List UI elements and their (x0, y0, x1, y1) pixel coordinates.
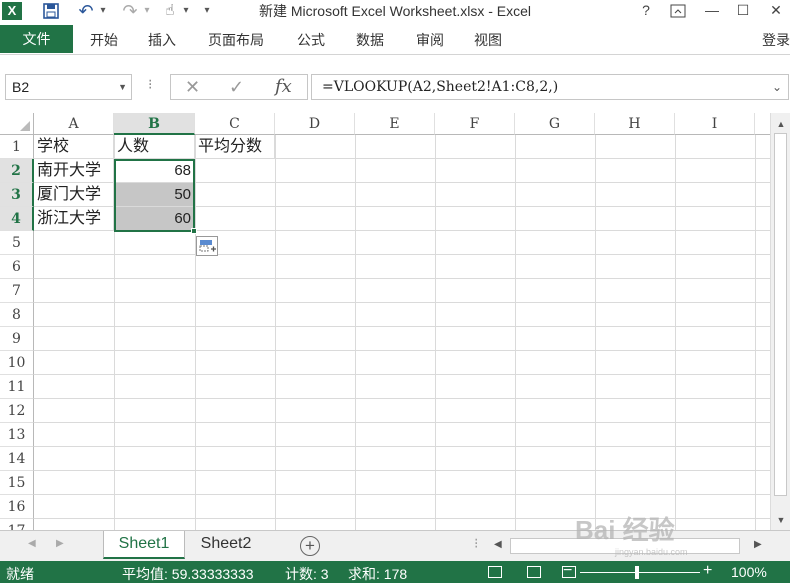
cell-a1[interactable]: 学校 (34, 135, 114, 159)
enter-icon[interactable]: ✓ (229, 77, 244, 98)
row-header-5[interactable]: 5 (0, 231, 34, 255)
watermark-subtext: jingyan.baidu.com (615, 547, 688, 557)
ribbon-display-options-icon[interactable] (664, 0, 692, 22)
formula-input[interactable]: =VLOOKUP(A2,Sheet2!A1:C8,2,) ⌄ (311, 74, 789, 100)
cell-a2[interactable]: 南开大学 (34, 159, 114, 183)
row-header-12[interactable]: 12 (0, 399, 34, 423)
column-header-d[interactable]: D (275, 113, 355, 135)
zoom-slider-thumb[interactable] (635, 566, 639, 579)
column-header-e[interactable]: E (355, 113, 435, 135)
row-header-10[interactable]: 10 (0, 351, 34, 375)
tab-insert[interactable]: 插入 (148, 30, 176, 50)
name-box-value: B2 (12, 79, 30, 95)
status-ready: 就绪 (6, 566, 34, 582)
scroll-left-icon[interactable]: ◀ (494, 539, 502, 550)
tab-view[interactable]: 视图 (474, 30, 502, 50)
row-header-15[interactable]: 15 (0, 471, 34, 495)
column-header-c[interactable]: C (195, 113, 275, 135)
row-header-17[interactable]: 17 (0, 519, 34, 530)
sheetbar-grip-icon: ⁝ (474, 535, 479, 551)
column-header-g[interactable]: G (515, 113, 595, 135)
add-sheet-button[interactable]: + (300, 536, 320, 556)
vertical-scrollbar[interactable]: ▲ ▼ (770, 113, 790, 530)
cell-b2[interactable]: 68 (114, 159, 195, 183)
minimize-button[interactable]: — (698, 0, 726, 22)
status-count: 计数: 3 (285, 566, 329, 582)
vertical-scroll-thumb[interactable] (774, 133, 787, 496)
cell-b1[interactable]: 人数 (114, 135, 195, 159)
row-header-9[interactable]: 9 (0, 327, 34, 351)
zoom-level[interactable]: 100% (731, 564, 767, 580)
column-header-h[interactable]: H (595, 113, 675, 135)
zoom-slider[interactable] (580, 572, 700, 573)
column-header-a[interactable]: A (34, 113, 114, 135)
cell-b4[interactable]: 60 (114, 207, 195, 231)
cell-a3[interactable]: 厦门大学 (34, 183, 114, 207)
row-header-8[interactable]: 8 (0, 303, 34, 327)
row-header-7[interactable]: 7 (0, 279, 34, 303)
name-box-dropdown-icon[interactable]: ▼ (118, 75, 127, 99)
cell-c1[interactable]: 平均分数 (195, 135, 275, 159)
column-header-j[interactable] (755, 113, 770, 135)
tab-review[interactable]: 审阅 (416, 30, 444, 50)
select-all-button[interactable] (0, 113, 34, 135)
tab-home[interactable]: 开始 (90, 30, 118, 50)
page-layout-view-icon[interactable] (527, 566, 541, 578)
ribbon-tabs: 文件 开始 插入 页面布局 公式 数据 审阅 视图 登录 (0, 22, 790, 54)
title-bar: X ↶ ▾ ↷ ▾ ☝ ▾ ▾ 新建 Microsoft Excel Works… (0, 0, 790, 22)
scroll-right-icon[interactable]: ▶ (754, 539, 762, 550)
tab-data[interactable]: 数据 (356, 30, 384, 50)
row-header-11[interactable]: 11 (0, 375, 34, 399)
row-header-1[interactable]: 1 (0, 135, 34, 159)
watermark-text: Bai 经验 (575, 515, 675, 545)
cell-a4[interactable]: 浙江大学 (34, 207, 114, 231)
formula-bar: B2 ▼ ⁝ ✕ ✓ fx =VLOOKUP(A2,Sheet2!A1:C8,2… (0, 55, 790, 111)
insert-function-icon[interactable]: fx (275, 76, 292, 97)
sheet-tab-sheet1[interactable]: Sheet1 (103, 531, 185, 559)
formula-bar-grip-icon: ⁝ (148, 76, 153, 92)
previous-sheet-icon[interactable]: ◀ (28, 538, 36, 549)
formula-buttons: ✕ ✓ fx (170, 74, 308, 100)
help-button[interactable]: ? (632, 0, 660, 22)
scroll-up-icon[interactable]: ▲ (772, 115, 790, 133)
normal-view-icon[interactable] (488, 566, 502, 578)
sheet-tab-sheet2[interactable]: Sheet2 (186, 531, 266, 559)
status-sum: 求和: 178 (348, 566, 408, 582)
sign-in-link[interactable]: 登录 (762, 30, 790, 50)
column-header-b[interactable]: B (114, 113, 195, 135)
column-header-i[interactable]: I (675, 113, 755, 135)
cell-b3[interactable]: 50 (114, 183, 195, 207)
cancel-icon[interactable]: ✕ (185, 77, 200, 98)
close-button[interactable]: ✕ (762, 0, 790, 22)
row-header-4[interactable]: 4 (0, 207, 34, 231)
row-header-14[interactable]: 14 (0, 447, 34, 471)
name-box[interactable]: B2 ▼ (5, 74, 132, 100)
next-sheet-icon[interactable]: ▶ (56, 538, 64, 549)
row-header-13[interactable]: 13 (0, 423, 34, 447)
column-header-f[interactable]: F (435, 113, 515, 135)
fill-handle[interactable] (191, 228, 197, 234)
scroll-down-icon[interactable]: ▼ (772, 511, 790, 529)
zoom-out-button[interactable]: − (563, 562, 572, 580)
row-header-3[interactable]: 3 (0, 183, 34, 207)
maximize-button[interactable]: ☐ (729, 0, 757, 22)
row-header-6[interactable]: 6 (0, 255, 34, 279)
tab-formulas[interactable]: 公式 (297, 30, 325, 50)
baidu-watermark: Bai 经验 jingyan.baidu.com (575, 510, 750, 565)
tab-file[interactable]: 文件 (0, 25, 73, 53)
worksheet-grid[interactable]: A B C D E F G H I 1 2 3 4 5 6 7 8 9 10 1… (0, 113, 770, 530)
row-header-2[interactable]: 2 (0, 159, 34, 183)
row-header-16[interactable]: 16 (0, 495, 34, 519)
expand-formula-bar-icon[interactable]: ⌄ (772, 75, 782, 99)
tab-page-layout[interactable]: 页面布局 (208, 30, 264, 50)
formula-text: =VLOOKUP(A2,Sheet2!A1:C8,2,) (322, 79, 559, 95)
status-average: 平均值: 59.33333333 (122, 566, 254, 582)
quick-analysis-icon[interactable] (196, 236, 218, 256)
